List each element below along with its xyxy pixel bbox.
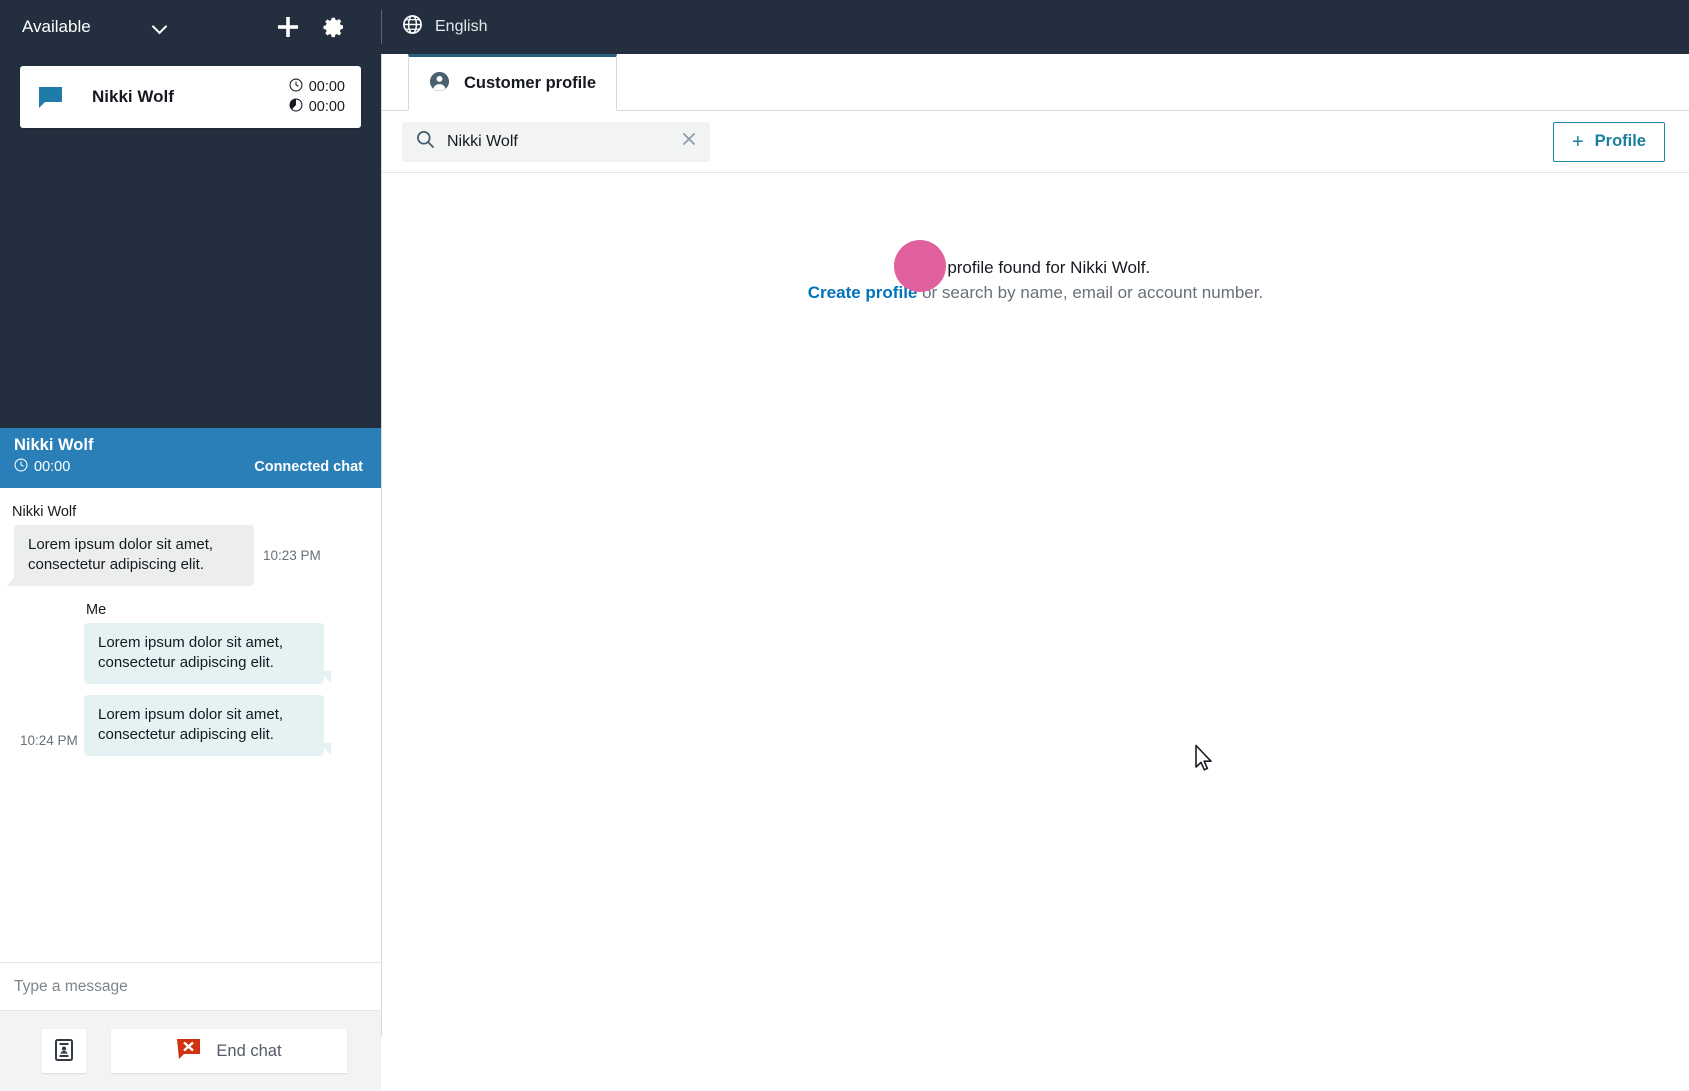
agent-status-dropdown[interactable]: Available: [0, 0, 185, 54]
chevron-down-icon: [153, 20, 167, 34]
hold-timer-value: 00:00: [308, 99, 345, 115]
empty-state: No profile found for Nikki Wolf. Create …: [382, 173, 1689, 305]
quick-connect-button[interactable]: [42, 1029, 86, 1073]
empty-state-subtitle: Create profile or search by name, email …: [382, 280, 1689, 305]
language-label: English: [435, 18, 488, 35]
empty-state-title: No profile found for Nikki Wolf.: [920, 258, 1151, 277]
toolbar-divider: [381, 10, 382, 44]
message-group-outgoing: Me 10:24 PM Lorem ipsum dolor sit amet, …: [12, 602, 369, 756]
chat-bubble-icon: [38, 86, 66, 109]
ccp-panel: Nikki Wolf 00:00 00:00 Nikki Wolf 00:00 …: [0, 54, 382, 1091]
user-circle-icon: [429, 71, 450, 97]
chat-session-state: Connected chat: [254, 459, 363, 475]
chat-session-timer: 00:00: [14, 458, 70, 476]
empty-state-hint: or search by name, email or account numb…: [917, 283, 1264, 302]
message-timestamp: 10:23 PM: [263, 548, 321, 563]
chat-transcript[interactable]: Nikki Wolf Lorem ipsum dolor sit amet, c…: [0, 488, 381, 962]
plus-icon: +: [1571, 130, 1584, 153]
search-icon: [416, 130, 435, 154]
contact-list-item-nikki-wolf[interactable]: Nikki Wolf 00:00 00:00: [20, 66, 361, 128]
message-bubble: Lorem ipsum dolor sit amet, consectetur …: [7, 525, 254, 586]
add-profile-button[interactable]: + Profile: [1552, 121, 1665, 162]
message-row: 10:24 PM Lorem ipsum dolor sit amet, con…: [12, 623, 369, 756]
close-icon: [682, 132, 696, 151]
clear-search-button[interactable]: [678, 131, 700, 153]
chat-session-header: Nikki Wolf 00:00 Connected chat: [0, 428, 381, 488]
agent-status-label: Available: [22, 17, 91, 36]
chat-session-name: Nikki Wolf: [14, 436, 94, 454]
contact-list: Nikki Wolf 00:00 00:00: [0, 54, 381, 428]
profile-search-box[interactable]: [402, 121, 710, 162]
end-chat-button[interactable]: End chat: [111, 1029, 347, 1073]
contact-card-icon: [54, 1038, 74, 1064]
create-profile-link[interactable]: Create profile: [808, 283, 918, 302]
clock-icon: [14, 458, 28, 476]
tab-customer-profile[interactable]: Customer profile: [408, 54, 618, 111]
message-author: Me: [86, 602, 107, 618]
connected-timer-value: 00:00: [308, 79, 345, 95]
message-input[interactable]: [14, 977, 354, 996]
new-contact-button[interactable]: [265, 0, 311, 54]
tab-label: Customer profile: [464, 74, 597, 92]
message-timestamp: 10:24 PM: [20, 733, 78, 748]
gear-icon: [322, 15, 346, 39]
profile-search-input[interactable]: [447, 132, 678, 151]
chat-session-timer-value: 00:00: [34, 459, 71, 475]
message-bubble: Lorem ipsum dolor sit amet, consectetur …: [84, 695, 331, 756]
top-bar: Available English: [0, 0, 1689, 54]
message-author: Nikki Wolf: [12, 504, 77, 520]
profile-search-row: + Profile: [382, 111, 1689, 173]
message-row: Lorem ipsum dolor sit amet, consectetur …: [7, 525, 369, 586]
message-bubble: Lorem ipsum dolor sit amet, consectetur …: [84, 623, 331, 684]
contact-name: Nikki Wolf: [92, 87, 174, 106]
tab-strip: Customer profile: [382, 54, 1689, 111]
connected-timer: 00:00: [289, 78, 345, 96]
end-chat-icon: [176, 1038, 201, 1065]
settings-button[interactable]: [311, 0, 357, 54]
main-content-panel: Customer profile +: [382, 54, 1689, 1037]
message-composer[interactable]: [0, 962, 381, 1010]
chat-action-bar: End chat: [0, 1010, 381, 1091]
hold-timer: 00:00: [289, 98, 345, 116]
contact-timers: 00:00 00:00: [289, 78, 345, 116]
half-clock-icon: [289, 98, 303, 116]
clock-icon: [289, 78, 303, 96]
language-selector[interactable]: English: [402, 0, 487, 54]
add-profile-label: Profile: [1594, 132, 1646, 150]
plus-icon: [275, 14, 301, 40]
message-group-incoming: Nikki Wolf Lorem ipsum dolor sit amet, c…: [7, 504, 369, 586]
end-chat-label: End chat: [216, 1041, 282, 1060]
globe-icon: [402, 14, 423, 40]
